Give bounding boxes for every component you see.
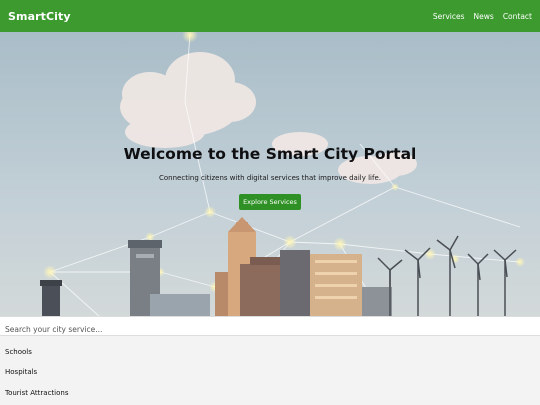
brand-logo[interactable]: SmartCity <box>8 10 71 23</box>
nav-links: Services News Contact <box>433 12 532 21</box>
result-item-tourist-attractions[interactable]: Tourist Attractions <box>5 389 68 397</box>
hero-banner: Welcome to the Smart City Portal Connect… <box>0 32 540 317</box>
result-item-schools[interactable]: Schools <box>5 348 32 356</box>
explore-services-button[interactable]: Explore Services <box>239 194 301 210</box>
result-item-hospitals[interactable]: Hospitals <box>5 368 37 376</box>
nav-link-services[interactable]: Services <box>433 12 465 21</box>
hero-subtitle: Connecting citizens with digital service… <box>159 174 381 182</box>
top-navbar: SmartCity Services News Contact <box>0 0 540 32</box>
nav-link-contact[interactable]: Contact <box>503 12 532 21</box>
search-bar <box>0 316 540 339</box>
hero-title: Welcome to the Smart City Portal <box>123 145 417 163</box>
service-results-list: Schools Hospitals Tourist Attractions <box>0 336 540 405</box>
nav-link-news[interactable]: News <box>474 12 494 21</box>
